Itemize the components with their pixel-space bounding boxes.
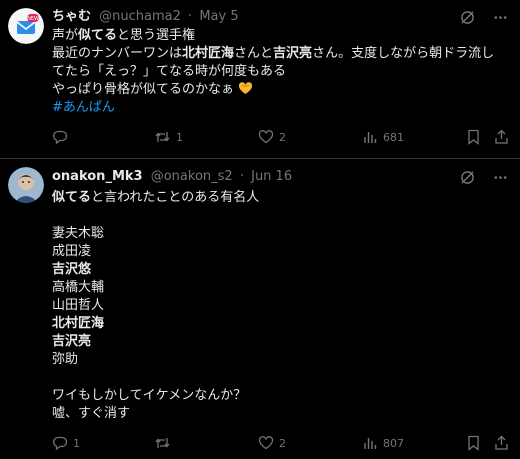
display-name[interactable]: ちゃむ <box>52 9 91 24</box>
text-line: 最近のナンバーワンは北村匠海さんと吉沢亮さん。支度しながら朝ドラ流し <box>52 46 495 61</box>
bookmark-icon <box>466 129 481 145</box>
views-icon <box>362 129 378 145</box>
bookmark-button[interactable] <box>466 128 481 146</box>
text-line: てたら「えっ？」てなる時が何度もある <box>52 64 287 79</box>
post-time[interactable]: May 5 <box>199 9 238 24</box>
post-1[interactable]: NEW ちゃむ @nuchama2 · May 5 声が似てると思う選手権 最近… <box>0 0 520 158</box>
like-button[interactable]: 2 <box>258 434 286 452</box>
views-count: 807 <box>383 436 404 450</box>
text-line: 似てると言われたことのある有名人 <box>52 190 260 205</box>
post-text: 声が似てると思う選手権 最近のナンバーワンは北村匠海さんと吉沢亮さん。支度しなが… <box>52 27 510 117</box>
hashtag-link[interactable]: #あんぱん <box>52 100 115 115</box>
reply-count: 1 <box>73 436 80 450</box>
post-header: onakon_Mk3 @onakon_s2 · Jun 16 <box>52 168 292 186</box>
text-line: 高橋大輔 <box>52 280 105 295</box>
like-count: 2 <box>279 130 286 144</box>
separator: · <box>188 9 193 24</box>
repost-icon <box>154 435 171 451</box>
text-line: 北村匠海 <box>52 316 105 331</box>
repost-button[interactable] <box>154 434 176 452</box>
post-text: 似てると言われたことのある有名人 妻夫木聡 成田凌 吉沢悠 高橋大輔 山田哲人 … <box>52 189 510 423</box>
views-count: 681 <box>383 130 404 144</box>
text-line: #あんぱん <box>52 99 510 117</box>
share-icon <box>494 435 509 451</box>
reply-icon <box>52 435 68 451</box>
like-icon <box>258 435 274 451</box>
post-header: ちゃむ @nuchama2 · May 5 <box>52 8 239 26</box>
text-line: 成田凌 <box>52 244 92 259</box>
more-icon[interactable] <box>493 10 508 25</box>
text-line: 声が似てると思う選手権 <box>52 28 196 43</box>
bookmark-icon <box>466 435 481 451</box>
heart-hands-emoji <box>238 82 253 101</box>
separator: · <box>239 169 244 184</box>
reply-button[interactable]: 1 <box>52 434 80 452</box>
grok-icon[interactable] <box>460 170 475 185</box>
text-line: 弥助 <box>52 352 79 367</box>
post-actions: 1 2 681 <box>52 128 512 146</box>
post-2[interactable]: onakon_Mk3 @onakon_s2 · Jun 16 似てると言われたこ… <box>0 159 520 459</box>
grok-icon[interactable] <box>460 10 475 25</box>
views-icon <box>362 435 378 451</box>
text-line: 妻夫木聡 <box>52 226 105 241</box>
text-line: 山田哲人 <box>52 298 105 313</box>
display-name[interactable]: onakon_Mk3 <box>52 169 143 184</box>
text-line: ワイもしかしてイケメンなんか？ <box>52 388 247 403</box>
views-button[interactable]: 807 <box>362 434 404 452</box>
views-button[interactable]: 681 <box>362 128 404 146</box>
share-icon <box>494 129 509 145</box>
post-time[interactable]: Jun 16 <box>251 169 292 184</box>
repost-icon <box>154 129 171 145</box>
bookmark-button[interactable] <box>466 434 481 452</box>
share-button[interactable] <box>494 434 509 452</box>
post-actions: 1 2 807 <box>52 434 512 452</box>
repost-button[interactable]: 1 <box>154 128 183 146</box>
like-icon <box>258 129 274 145</box>
text-line: 嘘、すぐ消す <box>52 406 131 421</box>
avatar[interactable] <box>8 167 44 203</box>
more-icon[interactable] <box>493 170 508 185</box>
like-count: 2 <box>279 436 286 450</box>
text-line: やっぱり骨格が似てるのかなぁ <box>52 81 510 99</box>
avatar[interactable]: NEW <box>8 8 44 44</box>
repost-count: 1 <box>176 130 183 144</box>
header-actions <box>460 168 508 186</box>
share-button[interactable] <box>494 128 509 146</box>
user-handle[interactable]: @nuchama2 <box>99 9 181 24</box>
reply-icon <box>52 129 68 145</box>
text-line: 吉沢亮 <box>52 334 92 349</box>
like-button[interactable]: 2 <box>258 128 286 146</box>
reply-button[interactable] <box>52 128 73 146</box>
user-handle[interactable]: @onakon_s2 <box>151 169 233 184</box>
header-actions <box>460 8 508 26</box>
avatar-badge: NEW <box>27 16 39 22</box>
text-line: 吉沢悠 <box>52 262 92 277</box>
